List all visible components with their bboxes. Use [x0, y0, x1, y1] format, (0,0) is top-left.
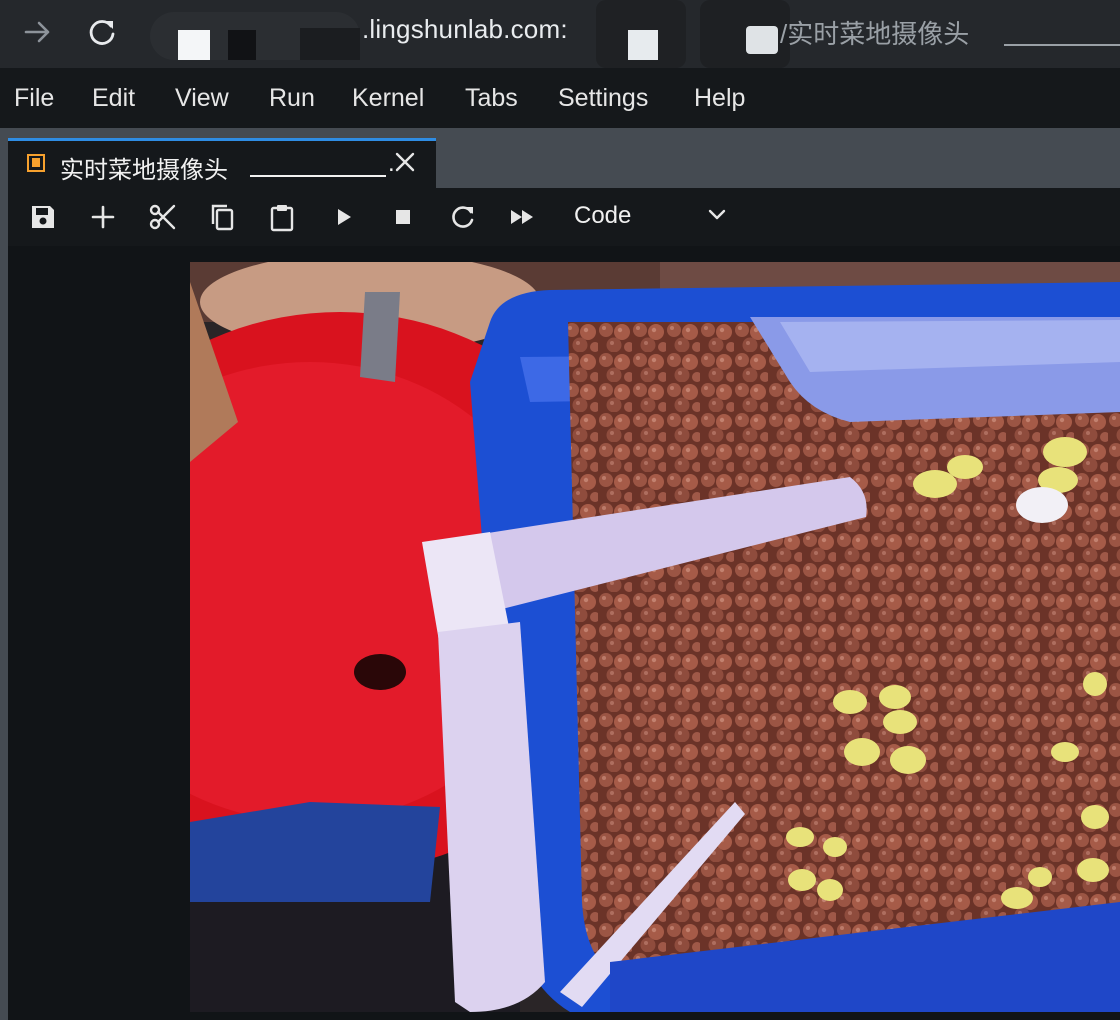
notebook-icon — [27, 154, 45, 172]
url-path-underline — [1004, 44, 1120, 46]
cut-icon[interactable] — [147, 202, 177, 232]
notebook-toolbar: Code — [8, 188, 1120, 247]
fast-forward-icon[interactable] — [508, 202, 538, 232]
redacted-block — [746, 26, 778, 54]
browser-address-bar: .lingshunlab.com: /实时菜地摄像头 — [0, 0, 1120, 68]
stop-icon[interactable] — [388, 202, 418, 232]
redacted-block — [228, 30, 256, 60]
save-icon[interactable] — [28, 202, 58, 232]
menu-edit[interactable]: Edit — [92, 84, 135, 113]
left-panel-edge — [0, 128, 8, 1020]
menu-file[interactable]: File — [14, 84, 54, 113]
menubar: File Edit View Run Kernel Tabs Settings … — [0, 68, 1120, 129]
menu-help[interactable]: Help — [694, 84, 745, 113]
close-icon[interactable] — [394, 151, 416, 173]
run-icon[interactable] — [329, 202, 359, 232]
tab-notebook[interactable]: 实时菜地摄像头 . — [8, 138, 436, 188]
forward-icon[interactable] — [20, 14, 56, 50]
menu-view[interactable]: View — [175, 84, 229, 113]
copy-icon[interactable] — [207, 202, 237, 232]
redacted-block — [178, 30, 210, 60]
camera-feed-image — [40, 252, 1120, 1012]
chevron-down-icon[interactable] — [708, 208, 726, 220]
add-icon[interactable] — [88, 202, 118, 232]
reload-icon[interactable] — [84, 14, 120, 50]
redacted-block — [300, 28, 360, 60]
paste-icon[interactable] — [267, 202, 297, 232]
url-host[interactable]: .lingshunlab.com: — [362, 14, 568, 45]
cell-type-select[interactable]: Code — [574, 202, 631, 230]
tab-strip: 实时菜地摄像头 . — [0, 128, 1120, 188]
redacted-block — [628, 30, 658, 60]
url-path[interactable]: /实时菜地摄像头 — [780, 14, 969, 51]
menu-run[interactable]: Run — [269, 84, 315, 113]
tab-title: 实时菜地摄像头 — [60, 157, 228, 184]
menu-settings[interactable]: Settings — [558, 84, 648, 113]
tab-title-underline — [250, 175, 386, 177]
menu-kernel[interactable]: Kernel — [352, 84, 424, 113]
restart-icon[interactable] — [448, 202, 478, 232]
menu-tabs[interactable]: Tabs — [465, 84, 518, 113]
